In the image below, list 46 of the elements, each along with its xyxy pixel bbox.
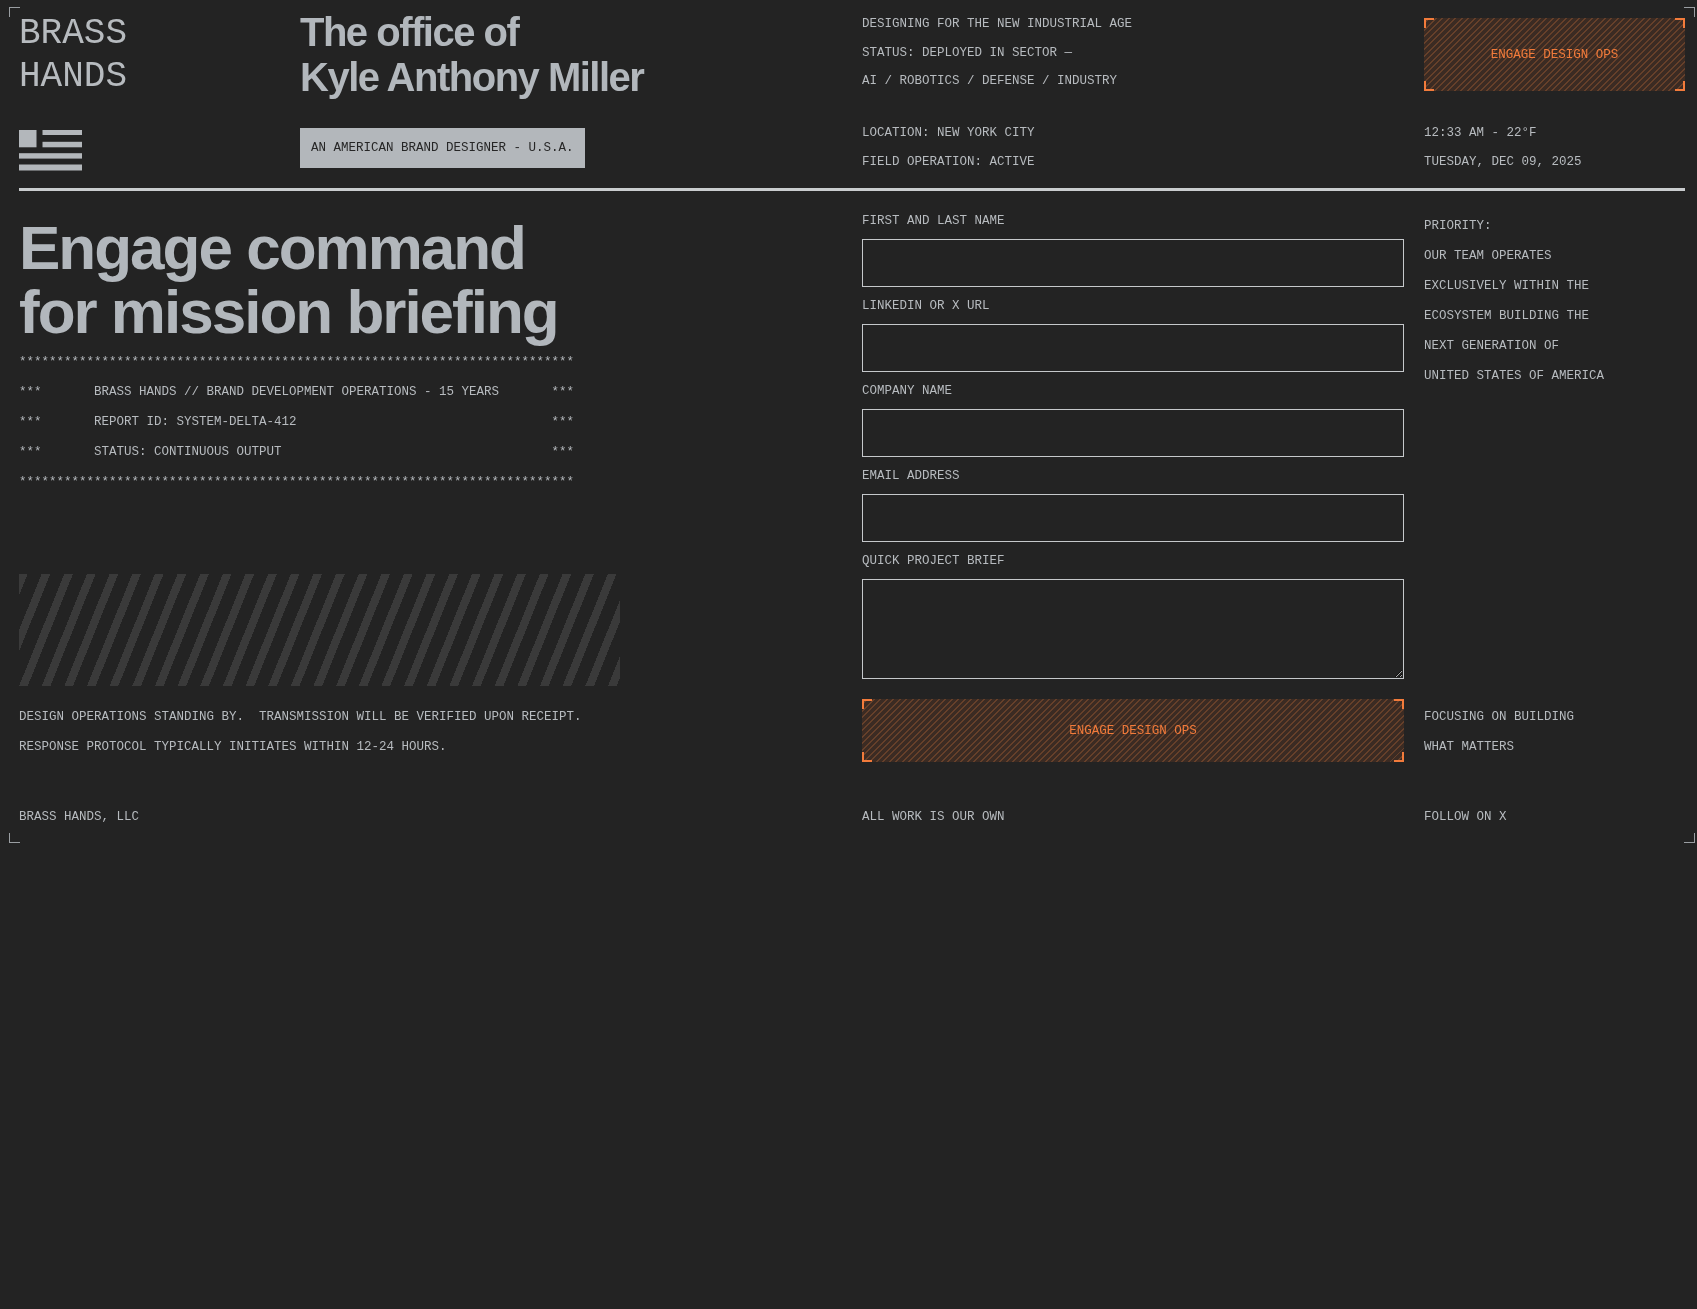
corner-mark-icon xyxy=(9,833,20,843)
notice-text: DESIGN OPERATIONS STANDING BY. TRANSMISSION WILL BE VERIFIED UPON RECEIPT. RESPONSE PROTOCOL TYPICALLY INITIATES WITHIN 12-24 HOURS. xyxy=(19,709,582,756)
date-text: TUESDAY, DEC 09, 2025 xyxy=(1424,154,1582,171)
input-field[interactable] xyxy=(862,239,1404,287)
mission-text: AI / ROBOTICS / DEFENSE / INDUSTRY xyxy=(862,73,1118,91)
mission-text: STATUS: DEPLOYED IN SECTOR — xyxy=(862,44,1073,62)
submit-button[interactable]: ENGAGE DESIGN OPS xyxy=(862,699,1404,762)
input-field[interactable] xyxy=(862,494,1404,542)
follow-link[interactable]: FOLLOW ON X xyxy=(1424,802,1507,832)
asterisk-marker: *** xyxy=(19,384,42,401)
section-heading: Engage command for mission briefing xyxy=(19,216,558,344)
asterisk-marker: *** xyxy=(19,444,42,461)
asterisk-marker: *** xyxy=(19,414,42,431)
flag-icon xyxy=(19,130,82,171)
asterisk-marker: *** xyxy=(551,444,575,461)
status-text: LOCATION: NEW YORK CITY xyxy=(862,125,1035,142)
mission-text: DESIGNING FOR THE NEW INDUSTRIAL AGE xyxy=(862,16,1133,33)
field-label: FIRST AND LAST NAME xyxy=(862,213,1005,230)
priority-label: PRIORITY: xyxy=(1424,218,1492,235)
corner-mark-icon xyxy=(1684,7,1695,17)
textarea-field[interactable] xyxy=(862,579,1404,679)
asterisk-marker: *** xyxy=(551,414,575,431)
report-line: REPORT ID: SYSTEM-DELTA-412 xyxy=(94,414,297,431)
engage-button[interactable]: ENGAGE DESIGN OPS xyxy=(1424,18,1685,91)
field-label: EMAIL ADDRESS xyxy=(862,468,960,485)
page-title: The office of Kyle Anthony Miller xyxy=(300,10,644,100)
field-label: QUICK PROJECT BRIEF xyxy=(862,553,1005,570)
corner-mark-icon xyxy=(9,7,20,17)
status-text: FIELD OPERATION: ACTIVE xyxy=(862,154,1035,171)
input-field[interactable] xyxy=(862,324,1404,372)
asterisk-rule: ************************************************************************** xyxy=(19,474,575,491)
ownership-note: ALL WORK IS OUR OWN xyxy=(862,809,1005,826)
report-line: STATUS: CONTINUOUS OUTPUT xyxy=(94,444,282,461)
priority-text: OUR TEAM OPERATES EXCLUSIVELY WITHIN THE ECOSYSTEM BUILDING THE NEXT GENERATION OF UNITED STATES OF AMERICA xyxy=(1424,248,1605,385)
asterisk-rule: ************************************************************************** xyxy=(19,354,575,371)
asterisk-marker: *** xyxy=(551,384,575,401)
report-line: BRASS HANDS // BRAND DEVELOPMENT OPERATIONS - 15 YEARS xyxy=(94,384,500,401)
designer-badge: AN AMERICAN BRAND DESIGNER - U.S.A. xyxy=(300,128,585,168)
focus-text: FOCUSING ON BUILDING WHAT MATTERS xyxy=(1424,709,1575,756)
corner-mark-icon xyxy=(1684,833,1695,843)
field-label: COMPANY NAME xyxy=(862,383,952,400)
input-field[interactable] xyxy=(862,409,1404,457)
time-weather-text: 12:33 AM - 22°F xyxy=(1424,125,1537,142)
company-name: BRASS HANDS, LLC xyxy=(19,809,140,826)
field-label: LINKEDIN OR X URL xyxy=(862,298,990,315)
brand-logo[interactable]: BRASS HANDS xyxy=(19,12,149,98)
